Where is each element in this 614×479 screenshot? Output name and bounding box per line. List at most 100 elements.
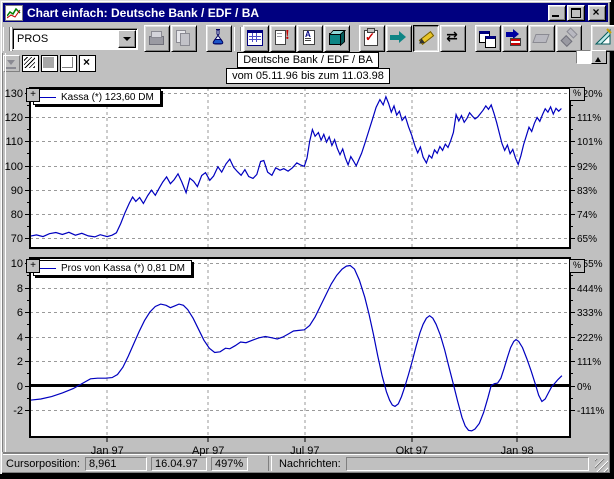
toolbar-grip[interactable] <box>234 27 241 51</box>
brush-button <box>556 25 582 52</box>
y-axis-label-left: 8 <box>17 283 23 295</box>
cursor-value-field: 8,961 <box>85 457 147 471</box>
y-axis-label-right: 101% <box>577 137 603 148</box>
y-axis-label-left: 70 <box>11 233 23 245</box>
chart-header: Deutsche Bank / EDF / BA vom 05.11.96 bi… <box>225 52 391 84</box>
cursor-position-label: Cursorposition: <box>3 458 85 470</box>
line-sample-icon <box>40 97 56 98</box>
y-axis-label-left: 80 <box>11 209 23 221</box>
resize-grip[interactable] <box>595 459 608 472</box>
draw-button[interactable] <box>413 25 439 52</box>
x-box-icon: × <box>80 56 93 69</box>
y-axis-label-right: 92% <box>577 162 597 173</box>
y-axis-label-left: 6 <box>17 307 23 319</box>
table-icon <box>246 28 264 46</box>
chart-date-range: vom 05.11.96 bis zum 11.03.98 <box>226 68 390 84</box>
maximize-icon <box>571 8 581 18</box>
close-button[interactable]: × <box>588 5 606 21</box>
windows-button[interactable] <box>475 25 501 52</box>
hatch-icon <box>23 56 36 69</box>
status-separator <box>268 456 272 471</box>
send-button[interactable] <box>502 25 528 52</box>
notes-button[interactable]: A <box>297 25 323 52</box>
window-title: Chart einfach: Deutsche Bank / EDF / BA <box>27 6 547 20</box>
send-doc-icon <box>505 28 523 46</box>
y-axis-label-left: 120 <box>5 112 23 124</box>
copy-button <box>171 25 197 52</box>
minimize-button[interactable] <box>548 5 566 21</box>
compare-button[interactable]: ⇄ <box>440 25 466 52</box>
symbol-combobox-value: PROS <box>13 33 117 45</box>
symbol-combobox[interactable]: PROS <box>12 28 138 50</box>
set-square-icon <box>594 28 612 46</box>
pages-gray-icon <box>174 28 192 46</box>
white-swatch-button[interactable] <box>60 55 77 72</box>
cursor-percent-field: 497% <box>211 457 248 471</box>
cursor-date-field: 16.04.97 <box>151 457 207 471</box>
pane1-percent-button[interactable]: % <box>569 87 585 101</box>
white-box-icon <box>61 56 74 69</box>
clipboard-check-icon: ✓ <box>362 28 380 46</box>
app-window: Chart einfach: Deutsche Bank / EDF / BA … <box>0 0 611 474</box>
close-icon: × <box>589 5 603 19</box>
y-axis-label-left: 90 <box>11 185 23 197</box>
y-axis-label-right: 111% <box>577 357 601 368</box>
forward-button[interactable] <box>386 25 412 52</box>
cube-button[interactable] <box>324 25 350 52</box>
legend-pros-label: Pros von Kassa (*) 0,81 DM <box>61 263 185 274</box>
x-axis-label: Jul 97 <box>290 445 319 456</box>
legend-pros[interactable]: Pros von Kassa (*) 0,81 DM <box>33 260 192 276</box>
y-axis-label-right: 83% <box>577 186 597 197</box>
pane2-percent-button[interactable]: % <box>569 259 585 273</box>
data-table-button[interactable] <box>243 25 269 52</box>
swap-arrows-icon: ⇄ <box>443 28 461 46</box>
two-windows-icon <box>478 28 496 46</box>
pane-background <box>30 88 570 248</box>
y-axis-label-left: 4 <box>17 332 23 344</box>
pane1-expand-button[interactable]: + <box>26 88 40 102</box>
pane2-expand-button[interactable]: + <box>26 259 40 273</box>
page-lines-icon: A <box>300 28 318 46</box>
maximize-button[interactable] <box>567 5 585 21</box>
gray-fill-icon <box>42 56 55 69</box>
arrow-right-icon <box>389 28 407 46</box>
x-axis-label: Jan 98 <box>501 445 534 456</box>
scroll-up-button[interactable] <box>591 50 607 64</box>
minimize-icon <box>552 15 559 17</box>
news-button[interactable]: ! <box>270 25 296 52</box>
chart-title: Deutsche Bank / EDF / BA <box>237 52 379 68</box>
y-axis-label-right: 74% <box>577 210 597 221</box>
y-axis-label-left: -2 <box>13 405 23 417</box>
print-button <box>144 25 170 52</box>
main-toolbar: PROS ! A ✓ ⇄ <box>2 24 609 53</box>
y-axis-label-right: -111% <box>577 406 605 417</box>
y-axis-label-left: 110 <box>5 136 23 148</box>
title-bar: Chart einfach: Deutsche Bank / EDF / BA … <box>3 3 608 22</box>
gray-swatch-button[interactable] <box>41 55 58 72</box>
analysis-flask-button[interactable] <box>206 25 232 52</box>
messages-field <box>346 457 589 471</box>
printer-gray-icon <box>147 28 165 46</box>
x-axis-label: Jan 97 <box>91 445 124 456</box>
line-sample-icon <box>40 268 56 269</box>
y-axis-label-left: 100 <box>5 161 23 173</box>
page-exclaim-icon: ! <box>273 28 291 46</box>
y-axis-label-left: 2 <box>17 356 23 368</box>
x-axis-label: Apr 97 <box>192 445 224 456</box>
y-axis-label-right: 222% <box>577 333 603 344</box>
checklist-button[interactable]: ✓ <box>359 25 385 52</box>
toolbar-buttons: ! A ✓ ⇄ <box>144 25 614 52</box>
pencil-icon <box>416 28 434 46</box>
clear-swatch-button[interactable]: × <box>79 55 96 72</box>
y-axis-label-right: 111% <box>577 113 601 124</box>
y-axis-label-right: 65% <box>577 234 597 245</box>
y-axis-label-left: 0 <box>17 381 23 393</box>
legend-kassa[interactable]: Kassa (*) 123,60 DM <box>33 89 161 105</box>
hatch-swatch-button[interactable] <box>22 55 39 72</box>
y-axis-label-right: 0% <box>577 382 592 393</box>
combobox-dropdown-button[interactable] <box>118 30 136 48</box>
x-axis-label: Okt 97 <box>396 445 428 456</box>
ruler-button[interactable] <box>591 25 614 52</box>
toolbar-grip[interactable] <box>3 27 10 51</box>
eraser-button <box>529 25 555 52</box>
